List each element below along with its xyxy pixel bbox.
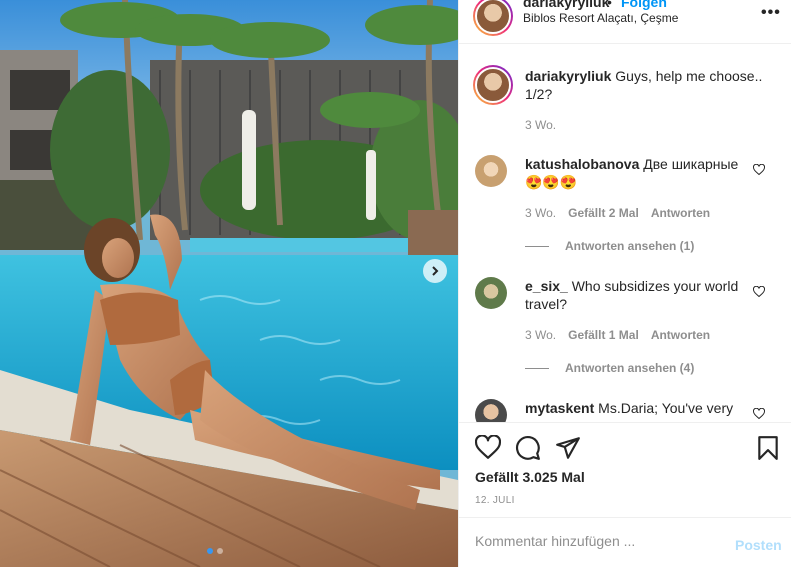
- comment-time[interactable]: 3 Wo.: [525, 206, 556, 220]
- comment-like-heart-icon[interactable]: [753, 408, 765, 420]
- comment-like-heart-icon[interactable]: [753, 164, 765, 176]
- comment-meta: 3 Wo. Gefällt 1 Mal Antworten: [525, 328, 710, 342]
- add-comment-bar: Posten: [459, 517, 791, 567]
- view-replies-label: Antworten ansehen (4): [565, 361, 695, 375]
- caption-avatar[interactable]: [473, 65, 513, 105]
- comment-input[interactable]: [475, 533, 715, 549]
- comment: mytaskent Ms.Daria; You've very: [525, 399, 745, 417]
- post-photo[interactable]: [0, 0, 458, 567]
- replies-divider: [525, 367, 549, 369]
- carousel-dot-1: [207, 548, 213, 554]
- carousel-dot-2: [217, 548, 223, 554]
- replies-divider: [525, 245, 549, 247]
- follow-button[interactable]: Folgen: [621, 0, 667, 10]
- post-comment-button[interactable]: Posten: [735, 537, 782, 553]
- header-location[interactable]: Biblos Resort Alaçatı, Çeşme: [523, 11, 678, 25]
- header-username[interactable]: dariakyryliuk: [523, 0, 609, 10]
- post-actions: Gefällt 3.025 Mal 12. Juli: [459, 422, 791, 517]
- header-separator: •: [607, 0, 612, 10]
- reply-button[interactable]: Antworten: [651, 328, 710, 342]
- likes-count[interactable]: Gefällt 3.025 Mal: [475, 469, 585, 485]
- reply-button[interactable]: Antworten: [651, 206, 710, 220]
- view-replies-button[interactable]: Antworten ansehen (4): [525, 361, 694, 375]
- comment-text: Ms.Daria; You've very: [598, 400, 734, 416]
- caption: dariakyryliuk Guys, help me choose.. 1/2…: [525, 67, 765, 103]
- view-replies-label: Antworten ansehen (1): [565, 239, 695, 253]
- header-avatar[interactable]: [473, 0, 513, 36]
- chevron-right-icon: [432, 266, 439, 276]
- paper-plane-icon[interactable]: [555, 435, 581, 461]
- post-date[interactable]: 12. Juli: [475, 495, 515, 506]
- comment-likes[interactable]: Gefällt 2 Mal: [568, 206, 639, 220]
- comment-like-heart-icon[interactable]: [753, 286, 765, 298]
- heart-icon[interactable]: [475, 435, 501, 461]
- comment-time[interactable]: 3 Wo.: [525, 328, 556, 342]
- photo-scene: [0, 0, 458, 567]
- comment-avatar[interactable]: [475, 155, 507, 187]
- comment-username[interactable]: mytaskent: [525, 400, 594, 416]
- carousel-next-button[interactable]: [423, 259, 447, 283]
- post-side-panel: dariakyryliuk • Folgen Biblos Resort Ala…: [458, 0, 791, 567]
- caption-time[interactable]: 3 Wo.: [525, 118, 556, 132]
- comments-list[interactable]: dariakyryliuk Guys, help me choose.. 1/2…: [459, 45, 791, 422]
- carousel-dots: [207, 548, 223, 554]
- more-options-button[interactable]: •••: [761, 4, 781, 22]
- view-replies-button[interactable]: Antworten ansehen (1): [525, 239, 694, 253]
- bookmark-icon[interactable]: [755, 435, 781, 461]
- comment-icon[interactable]: [515, 435, 541, 461]
- comment-meta: 3 Wo. Gefällt 2 Mal Antworten: [525, 206, 710, 220]
- comment-avatar[interactable]: [475, 399, 507, 422]
- comment-username[interactable]: e_six_: [525, 278, 568, 294]
- caption-meta: 3 Wo.: [525, 118, 556, 132]
- comment-likes[interactable]: Gefällt 1 Mal: [568, 328, 639, 342]
- comment: e_six_ Who subsidizes your world travel?: [525, 277, 745, 313]
- caption-username[interactable]: dariakyryliuk: [525, 68, 611, 84]
- post-header: dariakyryliuk • Folgen Biblos Resort Ala…: [459, 0, 791, 44]
- comment-username[interactable]: katushalobanova: [525, 156, 639, 172]
- comment-avatar[interactable]: [475, 277, 507, 309]
- comment: katushalobanova Две шикарные 😍😍😍: [525, 155, 745, 191]
